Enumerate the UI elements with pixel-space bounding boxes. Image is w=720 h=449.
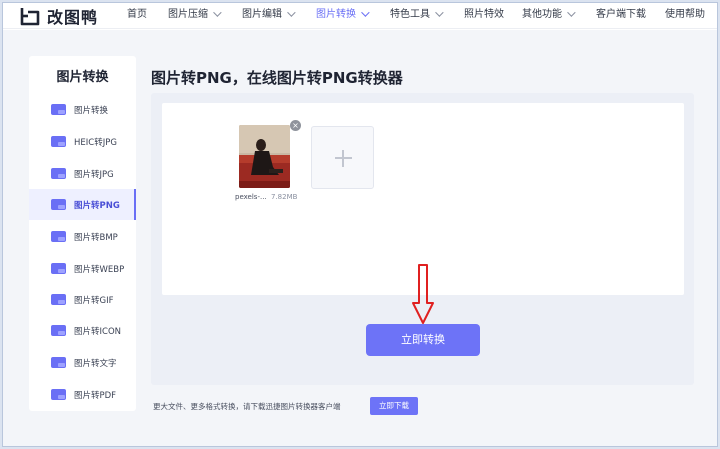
sidebar-item-label: 图片转ICON — [74, 326, 121, 337]
sidebar-item-label: 图片转文字 — [74, 358, 117, 369]
webp-file-icon — [51, 263, 66, 274]
jpg-file-icon — [51, 168, 66, 179]
sidebar-item-image-convert[interactable]: 图片转换 — [29, 94, 136, 125]
icon-file-icon — [51, 325, 66, 336]
nav-other-functions[interactable]: 其他功能 — [522, 3, 576, 29]
sidebar-item-label: HEIC转JPG — [74, 137, 117, 148]
convert-now-button[interactable]: 立即转换 — [366, 324, 480, 356]
text-file-icon — [51, 357, 66, 368]
sidebar-item-to-jpg[interactable]: 图片转JPG — [29, 158, 136, 189]
sidebar-item-to-pdf[interactable]: 图片转PDF — [29, 379, 136, 410]
nav-client-download[interactable]: 客户端下载 — [596, 3, 646, 29]
sidebar-item-label: 图片转PDF — [74, 390, 117, 401]
nav-photo-effects[interactable]: 照片特效 — [464, 3, 504, 29]
brand-name: 改图鸭 — [47, 8, 99, 27]
nav-image-compress[interactable]: 图片压缩 — [168, 3, 222, 29]
chevron-down-icon — [213, 8, 222, 17]
sidebar-item-to-icon[interactable]: 图片转ICON — [29, 315, 136, 346]
page-title: 图片转PNG，在线图片转PNG转换器 — [151, 69, 403, 87]
top-navigation-bar: 改图鸭 首页 图片压缩 图片编辑 图片转换 特色工具 照片特效 其他功能 客户端… — [3, 3, 717, 29]
uploaded-image-thumbnail[interactable] — [239, 125, 290, 188]
nav-image-edit[interactable]: 图片编辑 — [242, 3, 296, 29]
nav-help[interactable]: 使用帮助 — [665, 3, 705, 29]
photo-preview — [239, 125, 290, 188]
chevron-down-icon — [435, 8, 444, 17]
file-size: 7.82MB — [271, 193, 298, 201]
sidebar-item-label: 图片转WEBP — [74, 264, 125, 275]
sidebar-item-to-text[interactable]: 图片转文字 — [29, 347, 136, 378]
nav-image-convert[interactable]: 图片转换 — [316, 3, 370, 29]
sidebar-item-label: 图片转GIF — [74, 295, 114, 306]
chevron-down-icon — [361, 8, 370, 17]
plus-icon-vertical — [342, 150, 344, 167]
sidebar-item-label: 图片转JPG — [74, 169, 114, 180]
app-window: 改图鸭 首页 图片压缩 图片编辑 图片转换 特色工具 照片特效 其他功能 客户端… — [2, 2, 718, 447]
sidebar-item-heic-to-jpg[interactable]: HEIC转JPG — [29, 126, 136, 157]
chevron-down-icon — [567, 8, 576, 17]
sidebar-item-to-gif[interactable]: 图片转GIF — [29, 284, 136, 315]
file-name: pexels-... — [235, 193, 267, 201]
download-promo-text: 更大文件、更多格式转换，请下载迅捷图片转换器客户端 — [153, 402, 341, 411]
sidebar-item-label: 图片转BMP — [74, 232, 118, 243]
nav-featured-tools[interactable]: 特色工具 — [390, 3, 444, 29]
nav-home[interactable]: 首页 — [127, 3, 147, 29]
gif-file-icon — [51, 294, 66, 305]
pdf-file-icon — [51, 389, 66, 400]
chevron-down-icon — [287, 8, 296, 17]
sidebar-item-to-png[interactable]: 图片转PNG — [29, 189, 136, 220]
sidebar: 图片转换 图片转换 HEIC转JPG 图片转JPG 图片转PNG 图片转BMP … — [29, 56, 136, 411]
image-convert-icon — [51, 104, 66, 115]
sidebar-item-label: 图片转换 — [74, 105, 109, 116]
logo[interactable]: 改图鸭 — [19, 5, 98, 27]
sidebar-item-to-bmp[interactable]: 图片转BMP — [29, 221, 136, 252]
sidebar-item-label: 图片转PNG — [74, 200, 120, 211]
remove-file-button[interactable]: × — [290, 120, 301, 131]
sidebar-item-to-webp[interactable]: 图片转WEBP — [29, 253, 136, 284]
heic-file-icon — [51, 136, 66, 147]
add-file-button[interactable] — [311, 126, 374, 189]
sidebar-title: 图片转换 — [56, 70, 109, 85]
download-now-button[interactable]: 立即下载 — [370, 397, 418, 415]
logo-icon — [20, 8, 40, 26]
png-file-icon — [51, 199, 66, 210]
bmp-file-icon — [51, 231, 66, 242]
red-annotation-arrow-icon — [412, 264, 434, 324]
